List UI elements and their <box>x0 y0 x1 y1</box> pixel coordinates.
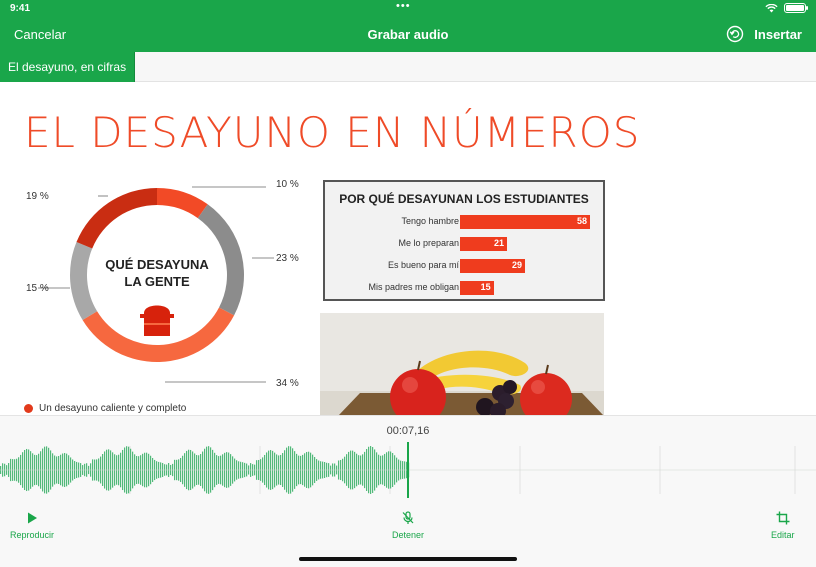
bar-row: Me lo preparan 21 <box>325 237 603 251</box>
bar: 58 <box>460 215 590 229</box>
insert-button[interactable]: Insertar <box>754 27 802 42</box>
status-indicators <box>765 3 808 13</box>
donut-center-label: QUÉ DESAYUNA <box>105 257 209 272</box>
tab-slide[interactable]: El desayuno, en cifras <box>0 52 136 82</box>
donut-center-label: LA GENTE <box>124 274 190 289</box>
fruit-photo <box>320 313 604 416</box>
bar-value-label: 21 <box>494 238 505 248</box>
slide-title: EL DESAYUNO EN NÚMEROS <box>24 108 641 157</box>
donut-label: 23 % <box>276 253 299 264</box>
donut-segment <box>76 188 157 249</box>
donut-segment <box>157 188 208 219</box>
chart-legend: Un desayuno caliente y completo <box>24 403 186 414</box>
donut-label: 19 % <box>26 191 49 202</box>
bar-category-label: Es bueno para mí <box>387 260 459 270</box>
bar-category-label: Mis padres me obligan <box>368 282 459 292</box>
bar-value-label: 58 <box>576 216 587 226</box>
bar-row: Tengo hambre 58 <box>325 215 603 229</box>
audio-waveform[interactable] <box>0 442 816 500</box>
slide-tab-strip: El desayuno, en cifras <box>0 52 816 82</box>
legend-swatch <box>24 404 33 413</box>
microphone-off-icon <box>402 511 414 524</box>
stop-button[interactable]: Detener <box>390 511 426 540</box>
bar: 21 <box>460 237 508 251</box>
donut-segment <box>70 242 98 321</box>
edit-button[interactable]: Editar <box>771 511 795 540</box>
bread-icon <box>140 305 174 336</box>
battery-icon <box>784 3 808 13</box>
donut-chart: QUÉ DESAYUNA LA GENTE <box>38 186 274 383</box>
legend-label: Un desayuno caliente y completo <box>39 403 187 414</box>
status-time: 9:41 <box>10 3 31 14</box>
bar: 15 <box>460 281 494 295</box>
bar-chart: POR QUÉ DESAYUNAN LOS ESTUDIANTES Tengo … <box>323 180 605 301</box>
play-label: Reproducir <box>10 530 55 540</box>
donut-label: 34 % <box>276 378 299 389</box>
bar: 29 <box>460 259 525 273</box>
undo-icon[interactable] <box>726 25 744 43</box>
play-button[interactable]: Reproducir <box>10 511 54 540</box>
crop-icon <box>776 511 790 525</box>
wifi-icon <box>765 3 778 12</box>
bar-category-label: Tengo hambre <box>401 216 459 226</box>
play-icon <box>28 512 38 524</box>
bar-value-label: 15 <box>480 282 491 292</box>
multitasking-dots[interactable]: ••• <box>396 0 411 12</box>
bar-category-label: Me lo preparan <box>398 238 459 248</box>
bar-value-label: 29 <box>511 260 522 270</box>
audio-recorder-panel: 00:07,16 Reproducir Detener Editar <box>0 415 816 567</box>
stop-label: Detener <box>391 530 425 540</box>
edit-label: Editar <box>771 530 795 540</box>
navigation-bar: 9:41 ••• Cancelar Grabar audio Insertar <box>0 0 816 52</box>
donut-label: 15 % <box>26 283 49 294</box>
home-indicator[interactable] <box>299 557 517 561</box>
recording-timecode: 00:07,16 <box>386 425 430 437</box>
page-title: Grabar audio <box>367 27 449 42</box>
bar-chart-title: POR QUÉ DESAYUNAN LOS ESTUDIANTES <box>339 192 589 206</box>
bar-row: Es bueno para mí 29 <box>325 259 603 273</box>
donut-label: 10 % <box>276 179 299 190</box>
bar-row: Mis padres me obligan 15 <box>325 281 603 295</box>
